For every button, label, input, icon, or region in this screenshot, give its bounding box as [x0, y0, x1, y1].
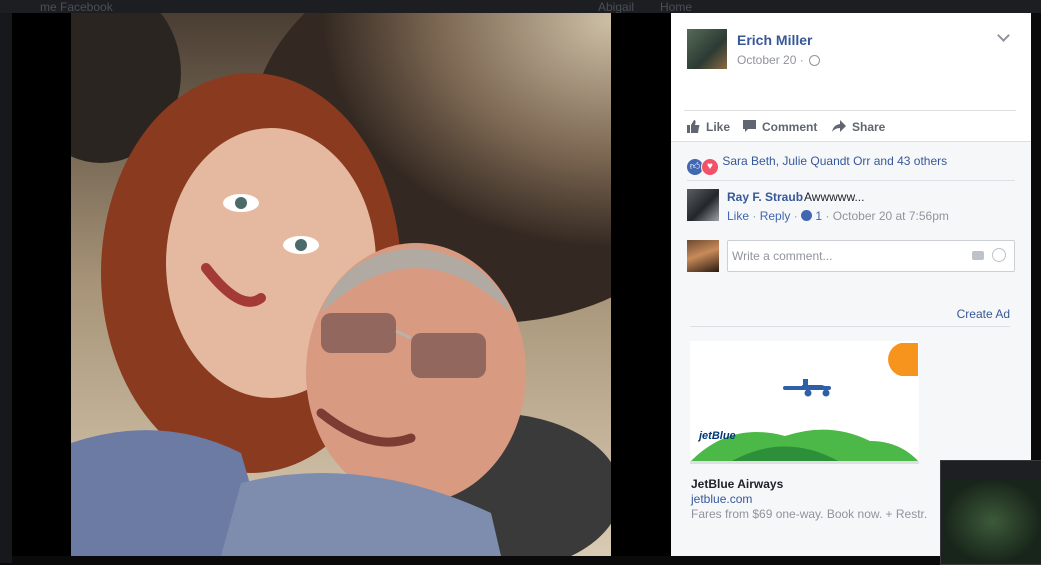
- comment-timestamp[interactable]: October 20 at 7:56pm: [833, 209, 949, 223]
- thumbs-up-icon: [687, 120, 700, 133]
- reactions-text[interactable]: Sara Beth, Julie Quandt Orr and 43 other…: [722, 154, 947, 168]
- comment-label: Comment: [762, 120, 818, 134]
- date-separator: ·: [799, 53, 804, 67]
- post-header: Erich Miller October 20 ·: [671, 13, 1031, 110]
- comment-button[interactable]: Comment: [743, 120, 817, 134]
- camera-icon[interactable]: [972, 251, 984, 260]
- author-avatar[interactable]: [687, 29, 727, 69]
- comment-composer: Write a comment...: [687, 240, 1017, 272]
- viewer-avatar: [687, 240, 719, 272]
- globe-icon: [809, 55, 821, 67]
- commenter-name[interactable]: Ray F. Straub: [727, 190, 803, 204]
- author-name[interactable]: Erich Miller: [737, 32, 812, 48]
- meta-sep: ·: [752, 209, 760, 223]
- photo-viewer[interactable]: [12, 13, 671, 556]
- divider: [687, 180, 1015, 181]
- post-date-text[interactable]: October 20: [737, 53, 796, 67]
- emoji-icon[interactable]: [992, 248, 1006, 262]
- comment-input[interactable]: Write a comment...: [727, 240, 1015, 272]
- reactions-summary[interactable]: 👍︎ ♥ Sara Beth, Julie Quandt Orr and 43 o…: [687, 154, 947, 176]
- post-actions: Like Comment Share: [684, 110, 1016, 141]
- post-photo[interactable]: [71, 13, 611, 556]
- background-text-home: Home: [660, 0, 693, 14]
- video-preview: [943, 479, 1041, 564]
- background-left-strip: [0, 13, 12, 563]
- chevron-down-icon[interactable]: [997, 29, 1010, 42]
- background-facebook-bar: me Facebook Abigail Home: [0, 0, 1041, 14]
- photo-illustration: [71, 13, 611, 556]
- comment-placeholder: Write a comment...: [732, 249, 833, 263]
- like-button[interactable]: Like: [687, 120, 730, 134]
- floating-video-thumbnail[interactable]: [940, 460, 1041, 565]
- mini-like-icon: [801, 210, 813, 221]
- post-date[interactable]: October 20 ·: [737, 53, 821, 67]
- love-reaction-icon: ♥: [701, 158, 719, 176]
- commenter-avatar[interactable]: [687, 189, 719, 221]
- share-button[interactable]: Share: [832, 120, 885, 134]
- share-label: Share: [852, 120, 886, 134]
- background-text: me Facebook: [40, 0, 113, 14]
- share-arrow-icon: [832, 120, 846, 132]
- comment-meta: Like · Reply · 1 · October 20 at 7:56pm: [727, 209, 949, 223]
- background-text-name: Abigail: [598, 0, 635, 14]
- meta-sep: ·: [793, 209, 802, 223]
- jetblue-ad-image[interactable]: [690, 341, 919, 464]
- like-label: Like: [706, 120, 731, 134]
- comment-item: Ray F. Straub Awwwww... Like · Reply · 1…: [687, 189, 1017, 229]
- comment-reply-link[interactable]: Reply: [760, 209, 791, 223]
- comment-like-count[interactable]: 1: [815, 209, 822, 223]
- comment-text: Awwwww...: [804, 190, 865, 204]
- comment-icon: [743, 120, 756, 132]
- comment-like-link[interactable]: Like: [727, 209, 749, 223]
- create-ad-link[interactable]: Create Ad: [957, 307, 1010, 321]
- meta-sep: ·: [825, 209, 833, 223]
